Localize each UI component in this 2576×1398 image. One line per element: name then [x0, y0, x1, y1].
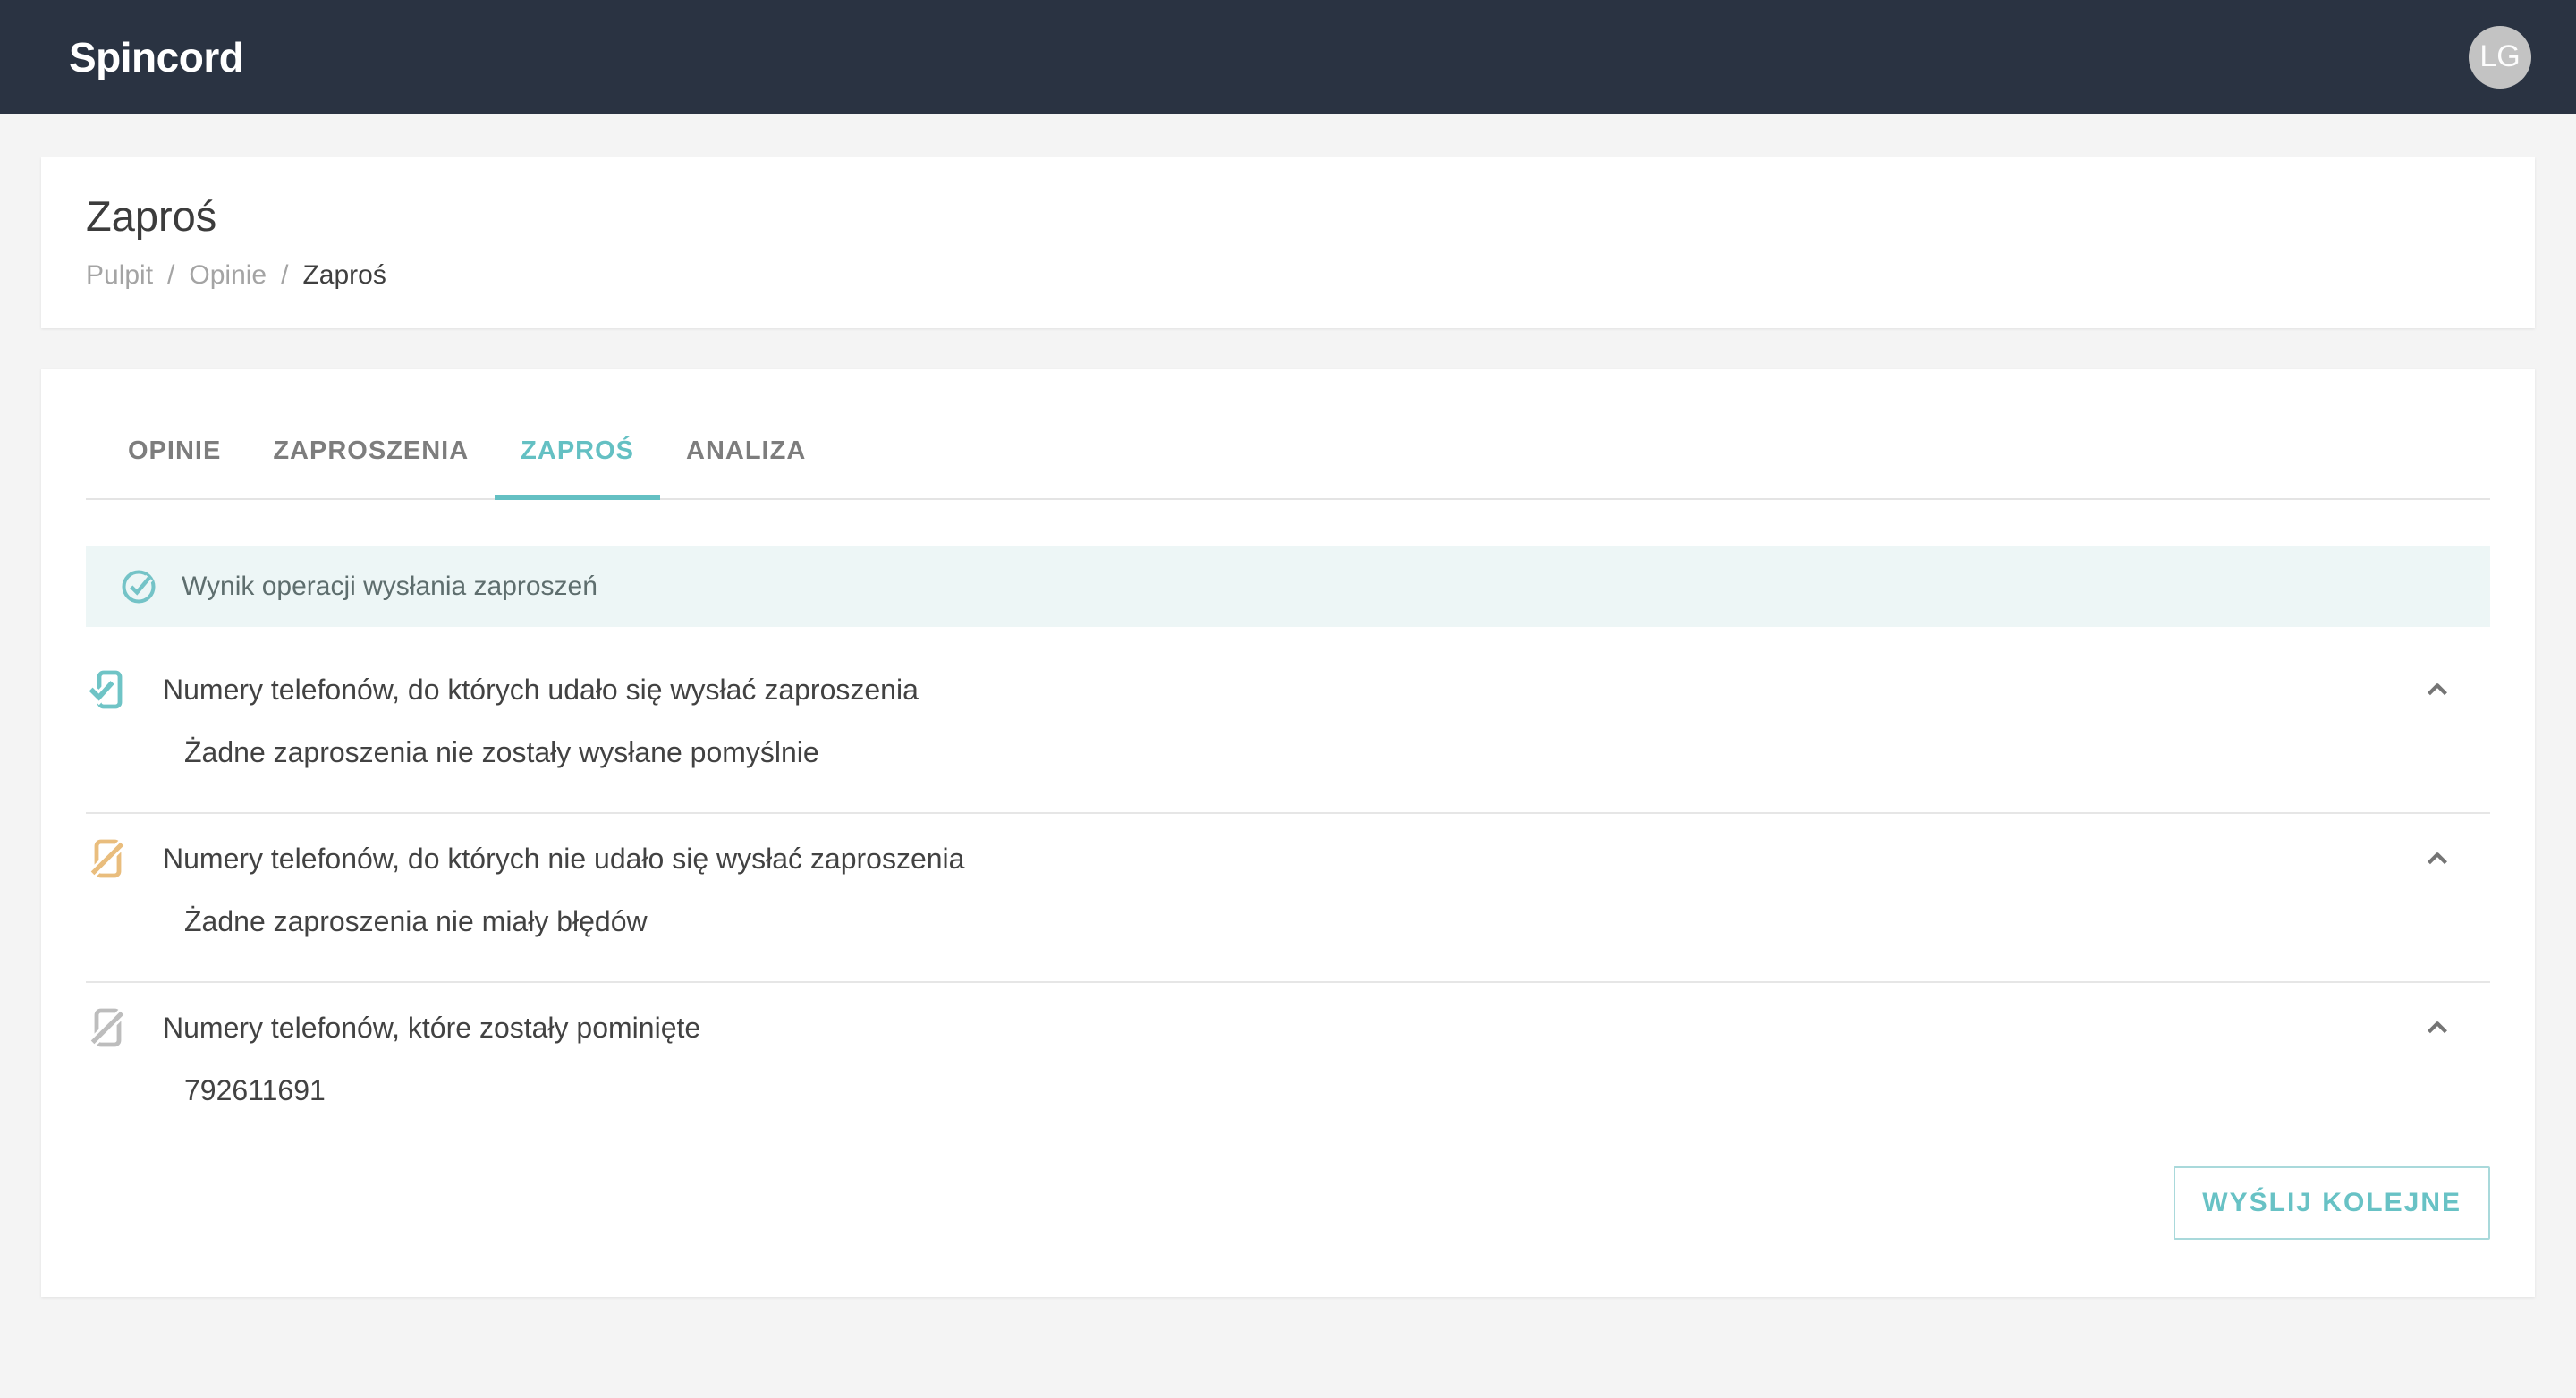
collapse-section-button[interactable]: [2420, 842, 2454, 876]
section-sent-success-header[interactable]: Numery telefonów, do których udało się w…: [86, 645, 2490, 734]
top-bar: Spincord LG: [0, 0, 2576, 114]
chevron-up-icon: [2420, 1011, 2454, 1045]
section-title: Numery telefonów, do których udało się w…: [163, 674, 2386, 707]
page-header-card: Zaproś Pulpit / Opinie / Zaproś: [41, 157, 2535, 328]
phone-check-icon: [86, 668, 129, 711]
banner-text: Wynik operacji wysłania zaproszeń: [182, 572, 597, 602]
avatar-initials: LG: [2479, 39, 2520, 74]
section-title: Numery telefonów, które zostały pominięt…: [163, 1012, 2386, 1045]
breadcrumb-separator: /: [281, 260, 288, 291]
tab-opinie[interactable]: OPINIE: [102, 436, 247, 498]
tab-zaproszenia[interactable]: ZAPROSZENIA: [247, 436, 495, 498]
tab-zapros[interactable]: ZAPROŚ: [495, 436, 660, 498]
page-title: Zaproś: [86, 191, 2490, 241]
section-skipped: Numery telefonów, które zostały pominięt…: [86, 983, 2490, 1150]
phone-slash-icon: [86, 837, 129, 880]
chevron-up-icon: [2420, 673, 2454, 707]
section-sent-failed-header[interactable]: Numery telefonów, do których nie udało s…: [86, 814, 2490, 903]
collapse-section-button[interactable]: [2420, 673, 2454, 707]
result-banner: Wynik operacji wysłania zaproszeń: [86, 546, 2490, 627]
breadcrumb-item-current: Zaproś: [302, 260, 386, 291]
breadcrumb-separator: /: [167, 260, 174, 291]
footer-actions: WYŚLIJ KOLEJNE: [86, 1150, 2490, 1297]
skipped-phone-number: 792611691: [86, 1072, 2490, 1150]
section-sent-success: Numery telefonów, do których udało się w…: [86, 645, 2490, 814]
main-card: OPINIE ZAPROSZENIA ZAPROŚ ANALIZA Wynik …: [41, 369, 2535, 1297]
breadcrumb: Pulpit / Opinie / Zaproś: [86, 260, 2490, 291]
collapse-section-button[interactable]: [2420, 1011, 2454, 1045]
section-title: Numery telefonów, do których nie udało s…: [163, 843, 2386, 876]
breadcrumb-item-pulpit[interactable]: Pulpit: [86, 260, 153, 291]
user-avatar[interactable]: LG: [2469, 26, 2531, 89]
chevron-up-icon: [2420, 842, 2454, 876]
section-skipped-header[interactable]: Numery telefonów, które zostały pominięt…: [86, 983, 2490, 1072]
brand-logo: Spincord: [69, 33, 243, 81]
send-more-button[interactable]: WYŚLIJ KOLEJNE: [2174, 1166, 2490, 1240]
tab-analiza[interactable]: ANALIZA: [660, 436, 832, 498]
section-content: Żadne zaproszenia nie miały błędów: [86, 903, 2490, 981]
phone-slash-icon: [86, 1006, 129, 1049]
tab-bar: OPINIE ZAPROSZENIA ZAPROŚ ANALIZA: [86, 369, 2490, 500]
section-content: Żadne zaproszenia nie zostały wysłane po…: [86, 734, 2490, 812]
check-circle-icon: [119, 567, 158, 606]
breadcrumb-item-opinie[interactable]: Opinie: [189, 260, 267, 291]
result-sections: Numery telefonów, do których udało się w…: [86, 645, 2490, 1150]
section-sent-failed: Numery telefonów, do których nie udało s…: [86, 814, 2490, 983]
